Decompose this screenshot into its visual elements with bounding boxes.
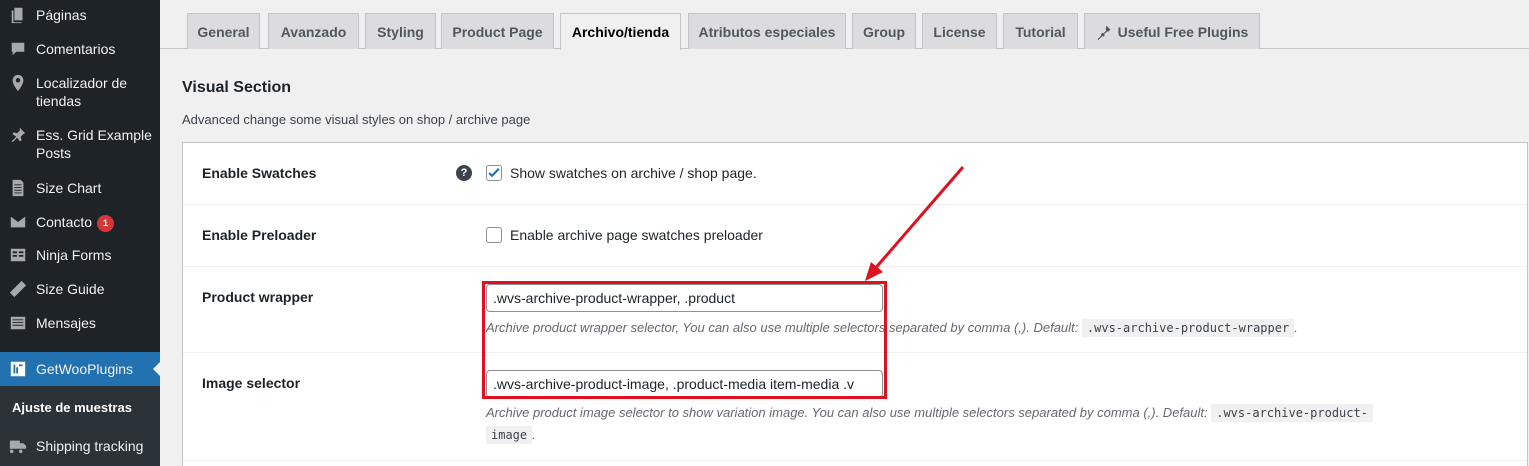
document-icon xyxy=(0,179,36,197)
checkbox-label[interactable]: Show swatches on archive / shop page. xyxy=(510,165,757,181)
checkmark-icon xyxy=(488,168,500,178)
sidebar-item-label: Mensajes xyxy=(36,315,96,331)
admin-sidebar: Páginas Comentarios Localizador de tiend… xyxy=(0,0,161,466)
tab-tutorial[interactable]: Tutorial xyxy=(1003,13,1078,49)
sidebar-item-label: Comentarios xyxy=(36,41,116,57)
settings-tabs: General Avanzado Styling Product Page Ar… xyxy=(160,0,1529,50)
tab-useful-free-plugins[interactable]: Useful Free Plugins xyxy=(1084,13,1260,49)
default-value-code-continued: image xyxy=(486,426,533,444)
tab-label: Useful Free Plugins xyxy=(1117,23,1249,40)
setting-label: Image selector xyxy=(202,375,301,391)
tab-styling[interactable]: Styling xyxy=(365,13,436,49)
default-value-code: .wvs-archive-product-wrapper xyxy=(1081,319,1295,337)
section-title: Visual Section xyxy=(182,79,292,96)
sidebar-item-label: Páginas xyxy=(36,7,87,23)
setting-label: Enable Preloader xyxy=(202,227,317,243)
tab-archivo-tienda[interactable]: Archivo/tienda xyxy=(560,13,681,50)
enable-preloader-checkbox[interactable] xyxy=(486,227,502,243)
sidebar-item-label: Localizador de tiendas xyxy=(36,75,128,109)
sidebar-item-label: Size Guide xyxy=(36,281,105,297)
description-text: Archive product wrapper selector, You ca… xyxy=(486,320,1079,335)
pushpin-icon xyxy=(0,126,36,144)
plugin-icon xyxy=(1097,25,1111,40)
tab-group[interactable]: Group xyxy=(852,13,916,49)
location-pin-icon xyxy=(0,74,36,92)
settings-form: Enable Swatches ? Show swatches on archi… xyxy=(182,142,1528,466)
setting-label: Enable Swatches xyxy=(202,165,317,181)
description-text: Archive product image selector to show v… xyxy=(486,405,1208,420)
setting-row-image-selector: Image selector .wvs-archive-product-imag… xyxy=(183,353,1527,461)
sidebar-item-label: Contacto xyxy=(36,214,93,230)
current-menu-arrow xyxy=(153,361,161,377)
mail-icon xyxy=(0,213,36,231)
default-value-code: .wvs-archive-product- xyxy=(1211,404,1373,422)
sidebar-item-mensajes[interactable]: Mensajes xyxy=(0,314,160,332)
submenu-item-ajuste-de-muestras[interactable]: Ajuste de muestras xyxy=(12,400,132,415)
section-description: Advanced change some visual styles on sh… xyxy=(182,112,531,127)
sidebar-item-paginas[interactable]: Páginas xyxy=(0,6,160,24)
description-trailing: . xyxy=(532,427,536,442)
sidebar-item-ess-grid[interactable]: Ess. Grid Example Posts xyxy=(0,126,160,162)
sidebar-item-label: Shipping tracking xyxy=(36,438,144,454)
sidebar-item-label: Ess. Grid Example Posts xyxy=(36,127,152,161)
sidebar-item-getwooplugins[interactable]: GetWooPlugins xyxy=(0,352,161,386)
setting-row-enable-preloader: Enable Preloader Enable archive page swa… xyxy=(183,205,1527,267)
messages-icon xyxy=(0,314,36,332)
product-wrapper-input[interactable]: .wvs-archive-product-wrapper, .product xyxy=(486,284,883,312)
description-trailing: . xyxy=(1294,320,1298,335)
checkbox-label[interactable]: Enable archive page swatches preloader xyxy=(510,227,763,243)
truck-icon xyxy=(0,437,36,455)
help-icon[interactable]: ? xyxy=(456,165,472,181)
image-selector-input[interactable]: .wvs-archive-product-image, .product-med… xyxy=(486,370,883,398)
sidebar-item-shipping-tracking[interactable]: Shipping tracking xyxy=(0,437,160,455)
forms-icon xyxy=(0,246,36,264)
setting-row-enable-swatches: Enable Swatches ? Show swatches on archi… xyxy=(183,143,1527,205)
ruler-icon xyxy=(0,280,36,298)
sidebar-item-size-guide[interactable]: Size Guide xyxy=(0,280,160,298)
tab-license[interactable]: License xyxy=(922,13,997,49)
sidebar-item-ninja-forms[interactable]: Ninja Forms xyxy=(0,246,160,264)
sidebar-item-label: Size Chart xyxy=(36,180,102,196)
tab-product-page[interactable]: Product Page xyxy=(441,13,554,49)
setting-row-product-wrapper: Product wrapper .wvs-archive-product-wra… xyxy=(183,267,1527,353)
tab-general[interactable]: General xyxy=(187,13,260,49)
field-description: Archive product image selector to show v… xyxy=(486,402,1476,446)
notification-badge: 1 xyxy=(97,215,115,232)
sidebar-item-localizador[interactable]: Localizador de tiendas xyxy=(0,74,160,110)
sidebar-item-contacto[interactable]: Contacto 1 xyxy=(0,213,160,232)
sidebar-item-label: GetWooPlugins xyxy=(36,361,134,377)
tab-atributos-especiales[interactable]: Atributos especiales xyxy=(688,13,846,49)
tab-avanzado[interactable]: Avanzado xyxy=(268,13,359,49)
pages-icon xyxy=(0,6,36,24)
getwooplugins-icon xyxy=(0,360,36,378)
sidebar-item-size-chart[interactable]: Size Chart xyxy=(0,179,160,197)
setting-label: Product wrapper xyxy=(202,289,314,305)
sidebar-item-label: Ninja Forms xyxy=(36,247,112,263)
sidebar-item-comentarios[interactable]: Comentarios xyxy=(0,40,160,58)
comments-icon xyxy=(0,40,36,58)
enable-swatches-checkbox[interactable] xyxy=(486,165,502,181)
field-description: Archive product wrapper selector, You ca… xyxy=(486,317,1486,339)
